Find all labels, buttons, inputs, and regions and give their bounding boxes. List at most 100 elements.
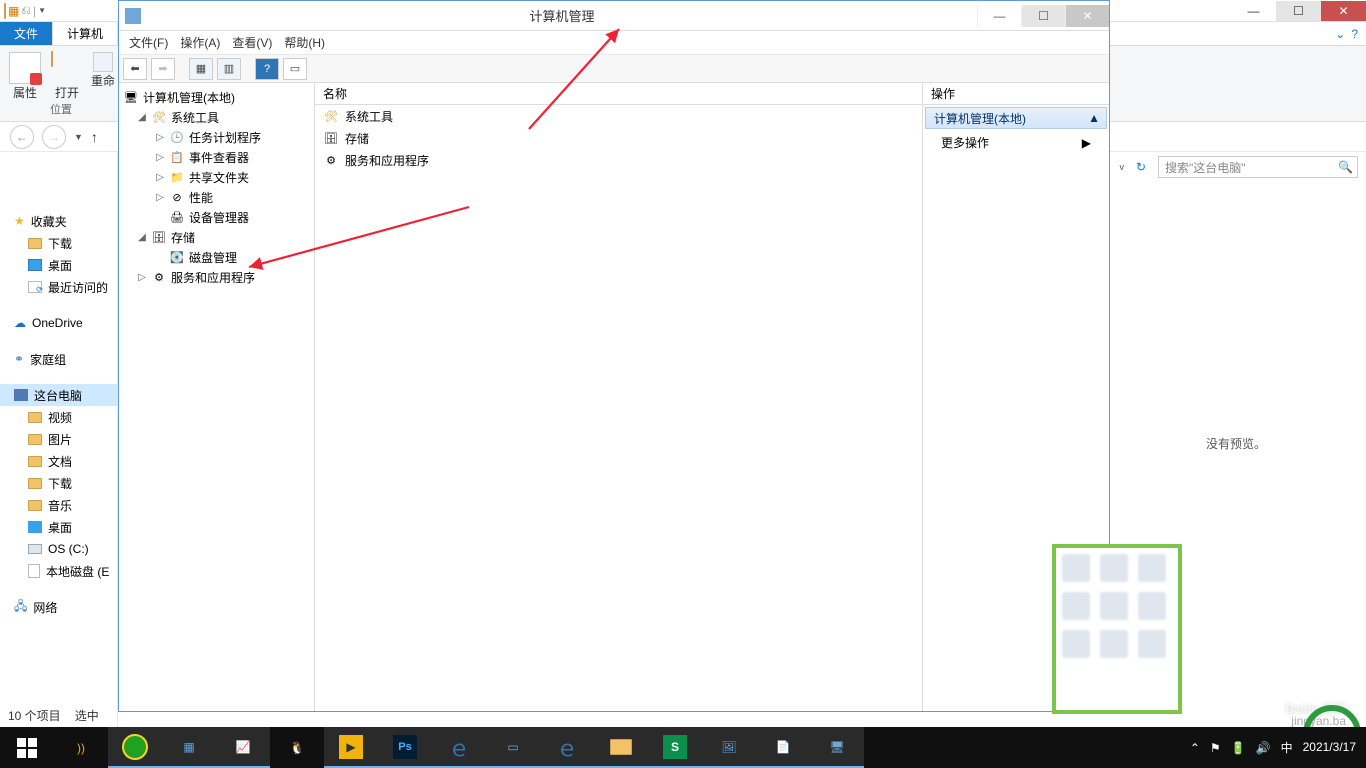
tree-device-manager[interactable]: 🖨设备管理器: [119, 207, 314, 227]
actions-more[interactable]: 更多操作▶: [923, 131, 1109, 154]
taskbar-app-photoshop[interactable]: Ps: [378, 727, 432, 768]
tree-systools[interactable]: ◢🛠系统工具: [119, 107, 314, 127]
taskbar-app-wps[interactable]: S: [648, 727, 702, 768]
tb-refresh-button[interactable]: ▥: [217, 58, 241, 80]
tray-up-icon[interactable]: ⌃: [1190, 741, 1200, 755]
up-button[interactable]: ↑: [91, 129, 98, 145]
sidebar-favorites[interactable]: ★收藏夹: [0, 210, 117, 232]
expand-icon[interactable]: ▷: [155, 172, 165, 183]
tree-storage[interactable]: ◢🗄存储: [119, 227, 314, 247]
expand-icon[interactable]: ▷: [155, 132, 165, 143]
expand-icon[interactable]: ▷: [137, 272, 147, 283]
mgmt-maximize-button[interactable]: ☐: [1021, 5, 1065, 27]
sidebar-network[interactable]: 🖧网络: [0, 596, 117, 618]
sidebar-thispc[interactable]: 这台电脑: [0, 384, 117, 406]
taskbar-app-window[interactable]: ▭: [486, 727, 540, 768]
taskbar-app-mgmt[interactable]: 🖥: [810, 727, 864, 768]
list-item-systools[interactable]: 🛠系统工具: [315, 105, 922, 127]
expand-icon[interactable]: ▷: [155, 192, 165, 203]
tree-event-viewer[interactable]: ▷📋事件查看器: [119, 147, 314, 167]
actions-section[interactable]: 计算机管理(本地)▲: [925, 107, 1107, 129]
sidebar-downloads[interactable]: 下载: [0, 232, 117, 254]
tb-forward-button[interactable]: ➡: [151, 58, 175, 80]
mgmt-tree[interactable]: 🖥计算机管理(本地) ◢🛠系统工具 ▷🕒任务计划程序 ▷📋事件查看器 ▷📁共享文…: [119, 83, 315, 711]
tree-root[interactable]: 🖥计算机管理(本地): [119, 87, 314, 107]
sidebar-homegroup[interactable]: ⚭家庭组: [0, 348, 117, 370]
rename-button[interactable]: 重命: [90, 48, 116, 101]
tree-services-apps[interactable]: ▷⚙服务和应用程序: [119, 267, 314, 287]
taskbar-app-notepad[interactable]: 📄: [756, 727, 810, 768]
sidebar-osc[interactable]: OS (C:): [0, 538, 117, 560]
tb-properties-button[interactable]: ▦: [189, 58, 213, 80]
minimize-button[interactable]: —: [1231, 1, 1276, 21]
sidebar-recent[interactable]: ⟳最近访问的: [0, 276, 117, 298]
tab-file[interactable]: 文件: [0, 22, 53, 45]
menu-action[interactable]: 操作(A): [180, 34, 220, 51]
menu-view[interactable]: 查看(V): [232, 34, 272, 51]
tree-shared-folders[interactable]: ▷📁共享文件夹: [119, 167, 314, 187]
tree-disk-management[interactable]: 💽磁盘管理: [119, 247, 314, 267]
start-button[interactable]: [0, 727, 54, 768]
properties-button[interactable]: 属性: [6, 48, 44, 101]
mgmt-titlebar[interactable]: 计算机管理 — ☐ ✕: [119, 1, 1109, 31]
collapse-arrow-icon[interactable]: ▲: [1088, 111, 1100, 125]
taskbar-app-browser[interactable]: [108, 727, 162, 768]
forward-button[interactable]: →: [42, 125, 66, 149]
taskbar-app-calculator[interactable]: ▦: [162, 727, 216, 768]
tab-computer[interactable]: 计算机: [53, 22, 118, 45]
list-item-storage[interactable]: 🗄存储: [315, 127, 922, 149]
collapse-icon[interactable]: ◢: [137, 112, 147, 123]
rename-icon: [93, 52, 113, 72]
help-icon[interactable]: ?: [1351, 27, 1358, 41]
sidebar-music[interactable]: 音乐: [0, 494, 117, 516]
qat-dropdown-icon[interactable]: ▼: [38, 6, 46, 15]
tb-help-button[interactable]: ?: [255, 58, 279, 80]
tb-back-button[interactable]: ⬅: [123, 58, 147, 80]
back-button[interactable]: ←: [10, 125, 34, 149]
taskbar[interactable]: )) ▦ 📈 🐧 ▶ Ps ｅ ▭ ｅ S 🖼 📄 🖥 ⌃ ⚑ 🔋 🔊 中 20…: [0, 727, 1366, 768]
maximize-button[interactable]: ☐: [1276, 1, 1321, 21]
expand-icon[interactable]: ▷: [155, 152, 165, 163]
sidebar-videos[interactable]: 视频: [0, 406, 117, 428]
taskbar-app-ie2[interactable]: ｅ: [540, 727, 594, 768]
collapse-icon[interactable]: ◢: [137, 232, 147, 243]
tb-export-button[interactable]: ▭: [283, 58, 307, 80]
taskbar-app-ie1[interactable]: ｅ: [432, 727, 486, 768]
sidebar-downloads2[interactable]: 下载: [0, 472, 117, 494]
taskbar-app-player[interactable]: ▶: [324, 727, 378, 768]
menu-file[interactable]: 文件(F): [129, 34, 168, 51]
taskbar-app-qq[interactable]: 🐧: [270, 727, 324, 768]
tray-volume-icon[interactable]: 🔊: [1256, 741, 1271, 755]
taskbar-app-explorer[interactable]: [594, 727, 648, 768]
tray-flag-icon[interactable]: ⚑: [1210, 741, 1221, 755]
close-button[interactable]: ✕: [1321, 1, 1366, 21]
ribbon-collapse[interactable]: ⌄?: [1335, 22, 1358, 45]
mgmt-menubar[interactable]: 文件(F) 操作(A) 查看(V) 帮助(H): [119, 31, 1109, 55]
taskbar-app-sound[interactable]: )): [54, 727, 108, 768]
mgmt-close-button[interactable]: ✕: [1065, 5, 1109, 27]
undo-icon[interactable]: ⎌: [21, 3, 31, 18]
sidebar-localdisk[interactable]: 本地磁盘 (E: [0, 560, 117, 582]
open-button[interactable]: 打开: [48, 48, 86, 101]
history-dropdown-icon[interactable]: ▼: [74, 132, 83, 142]
tray-clock[interactable]: 2021/3/17: [1303, 741, 1356, 754]
list-item-services[interactable]: ⚙服务和应用程序: [315, 149, 922, 171]
mgmt-minimize-button[interactable]: —: [977, 5, 1021, 27]
taskbar-app-monitor[interactable]: 📈: [216, 727, 270, 768]
sidebar-desktop2[interactable]: 桌面: [0, 516, 117, 538]
system-tray[interactable]: ⌃ ⚑ 🔋 🔊 中 2021/3/17: [1190, 739, 1366, 756]
sidebar-onedrive[interactable]: ☁OneDrive: [0, 312, 117, 334]
properties-icon[interactable]: ▦: [8, 4, 19, 18]
tree-task-scheduler[interactable]: ▷🕒任务计划程序: [119, 127, 314, 147]
sidebar-pictures[interactable]: 图片: [0, 428, 117, 450]
tray-battery-icon[interactable]: 🔋: [1231, 741, 1246, 755]
explorer-sidebar[interactable]: ★收藏夹 下载 桌面 ⟳最近访问的 ☁OneDrive ⚭家庭组 这台电脑 视频…: [0, 152, 118, 727]
taskbar-app-photos[interactable]: 🖼: [702, 727, 756, 768]
folder-icon: [28, 238, 42, 249]
tray-ime-icon[interactable]: 中: [1281, 739, 1293, 756]
tree-performance[interactable]: ▷⊘性能: [119, 187, 314, 207]
column-header-name[interactable]: 名称: [315, 83, 922, 105]
sidebar-documents[interactable]: 文档: [0, 450, 117, 472]
sidebar-desktop[interactable]: 桌面: [0, 254, 117, 276]
menu-help[interactable]: 帮助(H): [284, 34, 325, 51]
